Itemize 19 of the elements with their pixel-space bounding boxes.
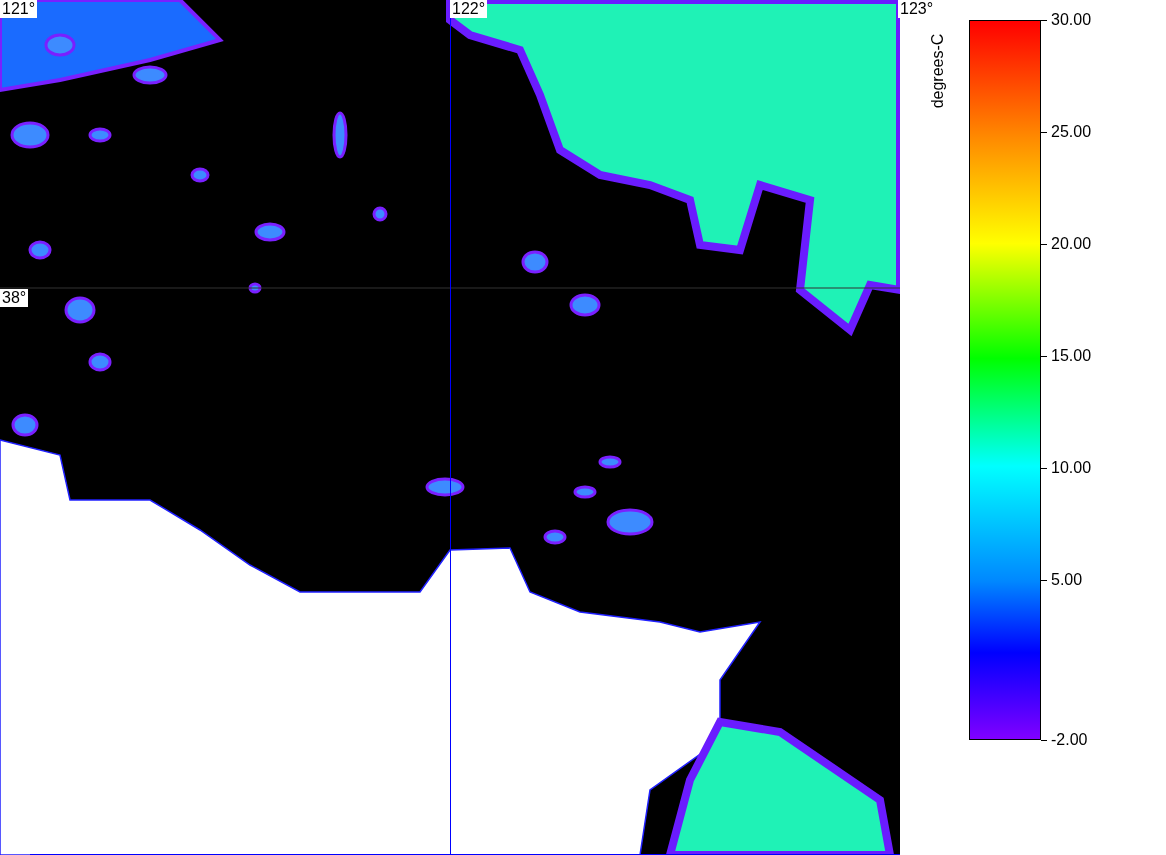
tick-mark bbox=[1041, 739, 1047, 741]
tick-label: 20.00 bbox=[1051, 235, 1092, 253]
grid-label: 122° bbox=[450, 0, 488, 18]
tick-label: 5.00 bbox=[1051, 571, 1083, 589]
tick-label: -2.00 bbox=[1051, 731, 1088, 749]
grid-label: 121° bbox=[0, 0, 38, 18]
grid-label: 38° bbox=[0, 289, 29, 307]
tick-mark bbox=[1041, 467, 1047, 469]
tick-label: 10.00 bbox=[1051, 459, 1092, 477]
grid-label: 123° bbox=[898, 0, 936, 18]
colorbar-title: degrees-C bbox=[929, 33, 948, 109]
tick-label: 25.00 bbox=[1051, 123, 1092, 141]
tick-mark bbox=[1041, 131, 1047, 133]
tick-mark bbox=[1041, 19, 1047, 21]
tick-label: 15.00 bbox=[1051, 347, 1092, 365]
tick-mark bbox=[1041, 243, 1047, 245]
tick-mark bbox=[1041, 579, 1047, 581]
tick-label: 30.00 bbox=[1051, 11, 1092, 29]
tick-mark bbox=[1041, 355, 1047, 357]
